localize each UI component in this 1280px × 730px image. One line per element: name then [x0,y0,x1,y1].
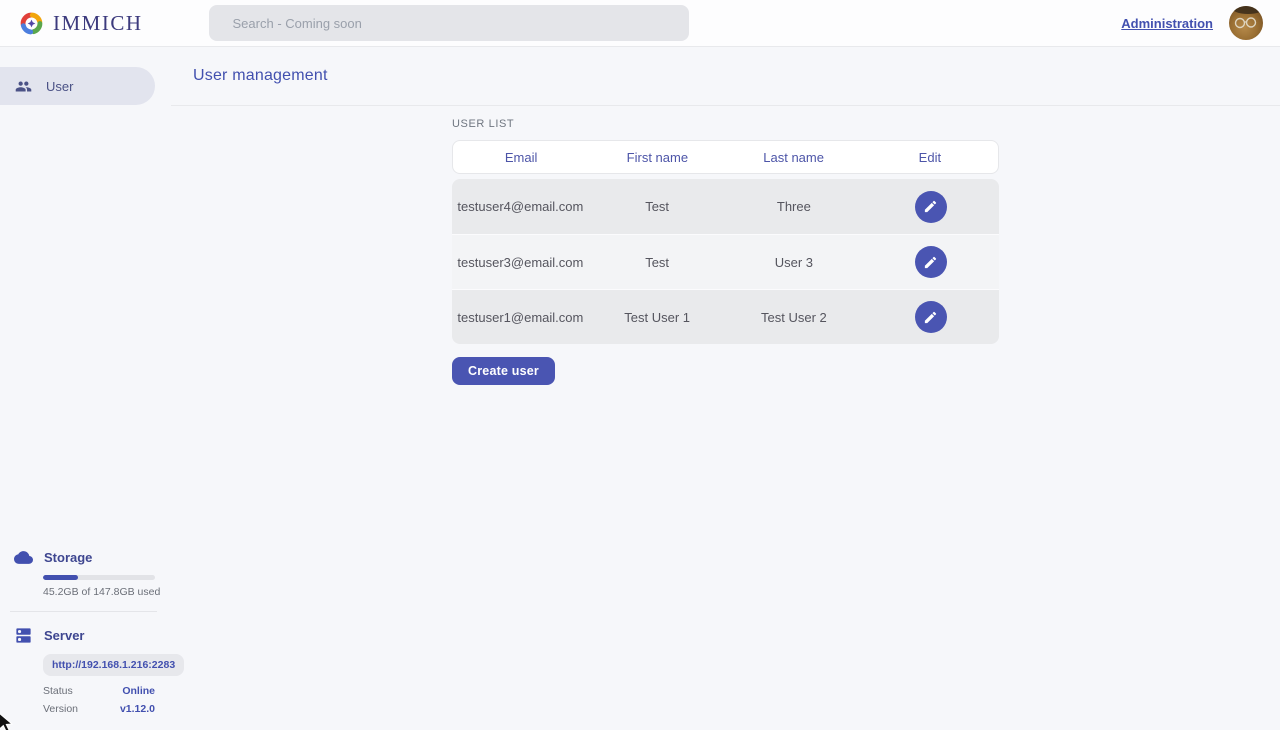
server-status-row: Status Online [43,685,155,697]
column-header-last-name: Last name [726,150,862,165]
storage-usage-text: 45.2GB of 147.8GB used [43,586,157,598]
edit-user-button[interactable] [915,246,947,278]
cell-email: testuser4@email.com [452,199,589,214]
server-version-row: Version v1.12.0 [43,703,155,715]
top-navbar: IMMICH Administration [0,0,1280,47]
column-header-email: Email [453,150,589,165]
cell-first-name: Test User 1 [589,310,726,325]
navbar-right: Administration [1121,6,1280,40]
pencil-icon [923,255,938,270]
glasses-graphic [1232,15,1260,31]
table-row: testuser1@email.com Test User 1 Test Use… [452,289,999,344]
create-user-button[interactable]: Create user [452,357,555,385]
section-label: USER LIST [452,118,999,130]
sidebar-status-panel: Storage 45.2GB of 147.8GB used Server ht… [0,548,171,715]
pencil-icon [923,310,938,325]
version-label: Version [43,703,78,715]
logo-wordmark: IMMICH [53,11,143,36]
table-body: testuser4@email.com Test Three testuser3… [452,179,999,344]
edit-user-button[interactable] [915,191,947,223]
main-content: User management USER LIST Email First na… [171,47,1280,730]
storage-title: Storage [44,550,92,565]
search-input[interactable] [209,5,689,41]
users-icon [15,78,32,95]
cell-first-name: Test [589,255,726,270]
immich-logo[interactable]: IMMICH [0,10,143,37]
cell-email: testuser3@email.com [452,255,589,270]
table-row: testuser3@email.com Test User 3 [452,234,999,289]
sidebar-item-label: User [46,79,73,94]
server-url-badge: http://192.168.1.216:2283 [43,654,184,676]
cloud-icon [14,548,33,567]
storage-progress-bar [43,575,155,580]
cell-last-name: Test User 2 [726,310,863,325]
page-title: User management [193,67,328,85]
status-value: Online [122,685,155,697]
cell-last-name: User 3 [726,255,863,270]
cell-email: testuser1@email.com [452,310,589,325]
table-row: testuser4@email.com Test Three [452,179,999,234]
storage-header: Storage [14,548,157,567]
storage-progress-fill [43,575,78,580]
table-header-row: Email First name Last name Edit [452,140,999,174]
pencil-icon [923,199,938,214]
sidebar-divider [10,611,157,612]
storage-body: 45.2GB of 147.8GB used [43,575,157,598]
server-header: Server [14,626,157,645]
sidebar-item-users[interactable]: User [0,67,155,105]
server-body: http://192.168.1.216:2283 Status Online … [43,645,157,715]
cell-first-name: Test [589,199,726,214]
administration-link[interactable]: Administration [1121,16,1213,31]
column-header-first-name: First name [589,150,725,165]
column-header-edit: Edit [862,150,998,165]
immich-flower-icon [18,10,45,37]
user-avatar[interactable] [1229,6,1263,40]
dns-server-icon [14,626,33,645]
server-title: Server [44,628,84,643]
page-title-bar: User management [171,47,1280,106]
search-bar [209,5,689,41]
admin-sidebar: User Storage 45.2GB of 147.8GB used [0,47,171,730]
version-value: v1.12.0 [120,703,155,715]
edit-user-button[interactable] [915,301,947,333]
status-label: Status [43,685,73,697]
user-list-section: USER LIST Email First name Last name Edi… [452,118,999,385]
cell-last-name: Three [726,199,863,214]
